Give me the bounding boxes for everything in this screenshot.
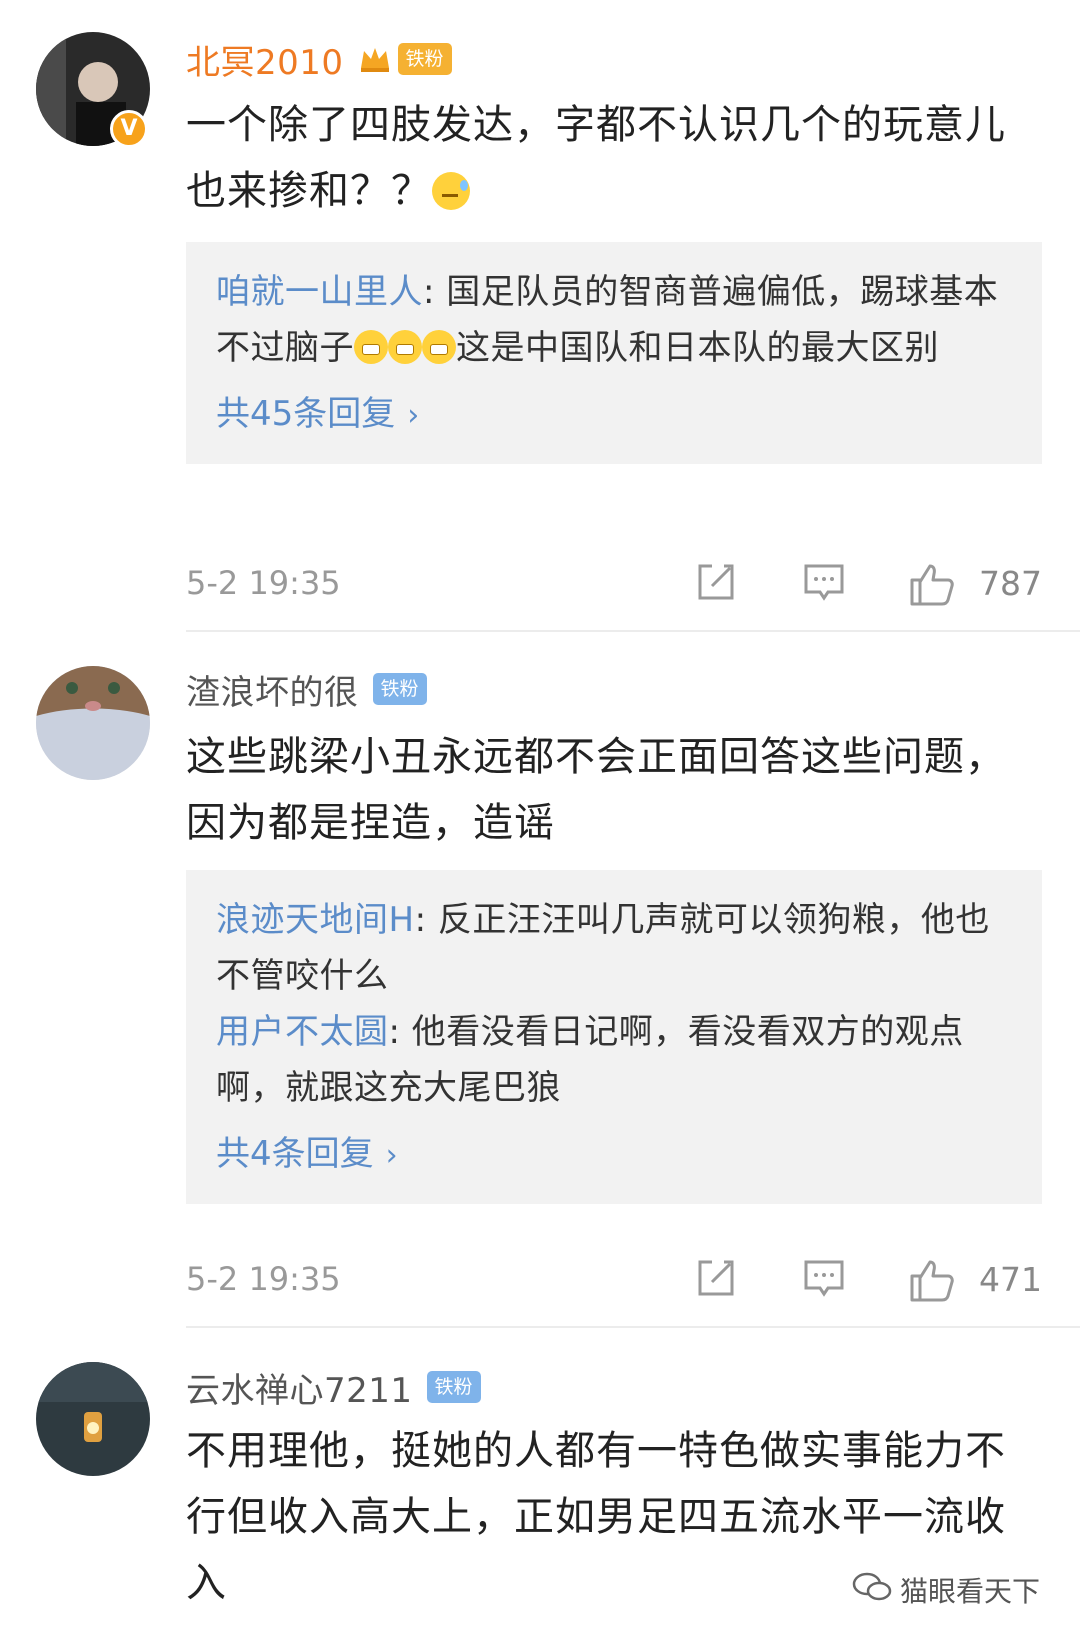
fan-badge: 铁粉 xyxy=(372,673,427,705)
timestamp: 5-2 19:35 xyxy=(186,564,341,602)
sweat-emoji-icon xyxy=(432,172,470,210)
username-row: 渣浪坏的很 铁粉 xyxy=(186,664,427,714)
reply-username[interactable]: 用户不太圆 xyxy=(216,1012,389,1052)
reply-box[interactable]: 咱就一山里人: 国足队员的智商普遍偏低，踢球基本不过脑子 这是中国队和日本队的最大… xyxy=(186,242,1042,464)
thumbs-up-icon[interactable] xyxy=(908,1256,956,1308)
chevron-right-icon: › xyxy=(385,1138,398,1173)
comment-meta: 5-2 19:35 787 xyxy=(186,556,1042,616)
comment-icon[interactable] xyxy=(802,1256,846,1304)
username[interactable]: 渣浪坏的很 xyxy=(186,665,359,714)
chevron-right-icon: › xyxy=(407,398,420,433)
repost-icon[interactable] xyxy=(694,560,738,608)
fan-badge: 铁粉 xyxy=(426,1371,481,1403)
username-row: 北冥2010 铁粉 xyxy=(186,34,452,84)
grin-emoji-icon xyxy=(388,330,422,364)
like-count: 471 xyxy=(979,1260,1042,1299)
grin-emoji-icon xyxy=(422,330,456,364)
watermark: 猫眼看天下 xyxy=(852,1570,1040,1610)
avatar[interactable] xyxy=(36,666,150,780)
more-replies-link[interactable]: 共45条回复 › xyxy=(216,386,1012,444)
reply-item[interactable]: 用户不太圆: 他看没看日记啊，看没看双方的观点啊，就跟这充大尾巴狼 xyxy=(216,1004,1012,1116)
wechat-icon xyxy=(852,1571,892,1610)
divider xyxy=(186,1326,1080,1328)
reply-box[interactable]: 浪迹天地间H: 反正汪汪叫几声就可以领狗粮，他也不管咬什么 用户不太圆: 他看没… xyxy=(186,870,1042,1204)
verified-badge: V xyxy=(110,110,148,148)
grin-emoji-icon xyxy=(354,330,388,364)
like-count: 787 xyxy=(979,564,1042,603)
comment-meta: 5-2 19:35 471 xyxy=(186,1252,1042,1312)
comment-text: 这些跳梁小丑永远都不会正面回答这些问题，因为都是捏造，造谣 xyxy=(186,734,1006,846)
thumbs-up-icon[interactable] xyxy=(908,560,956,612)
reply-item[interactable]: 浪迹天地间H: 反正汪汪叫几声就可以领狗粮，他也不管咬什么 xyxy=(216,892,1012,1004)
avatar[interactable] xyxy=(36,1362,150,1476)
comment-text: 一个除了四肢发达，字都不认识几个的玩意儿也来掺和？？ xyxy=(186,102,1006,214)
username[interactable]: 北冥2010 xyxy=(186,35,344,84)
more-replies-link[interactable]: 共4条回复 › xyxy=(216,1126,1012,1184)
username-row: 云水禅心7211 铁粉 xyxy=(186,1362,481,1412)
reply-username[interactable]: 咱就一山里人 xyxy=(216,272,423,312)
divider xyxy=(186,630,1080,632)
repost-icon[interactable] xyxy=(694,1256,738,1304)
fan-badge: 铁粉 xyxy=(397,43,452,75)
username[interactable]: 云水禅心7211 xyxy=(186,1363,413,1412)
timestamp: 5-2 19:35 xyxy=(186,1260,341,1298)
reply-username[interactable]: 浪迹天地间H xyxy=(216,900,415,940)
comment-icon[interactable] xyxy=(802,560,846,608)
crown-icon xyxy=(358,42,392,76)
reply-item[interactable]: 咱就一山里人: 国足队员的智商普遍偏低，踢球基本不过脑子 这是中国队和日本队的最大… xyxy=(216,264,1012,376)
